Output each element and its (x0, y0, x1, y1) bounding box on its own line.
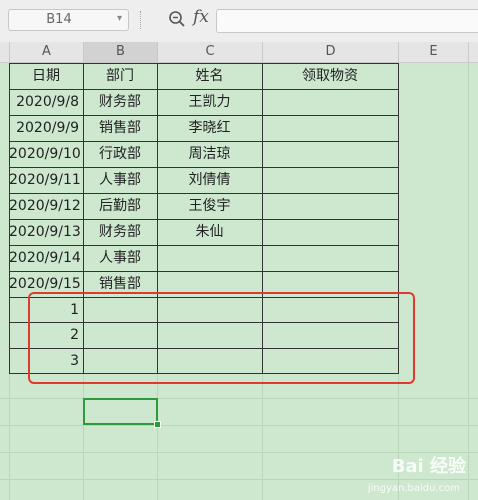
formula-bar: B14 ▾ fx (0, 0, 478, 43)
cell-date[interactable]: 2020/9/12 (9, 193, 83, 219)
formula-input[interactable] (216, 9, 478, 33)
column-header-e[interactable]: E (399, 42, 469, 62)
fill-handle[interactable] (154, 421, 161, 428)
fx-icon[interactable]: fx (193, 7, 209, 27)
cell-supplies[interactable] (262, 167, 398, 193)
active-cell-b14[interactable] (83, 398, 158, 425)
cell-date[interactable]: 2020/9/13 (9, 219, 83, 245)
column-header-b[interactable]: B (84, 42, 158, 62)
column-headers: A B C D E (0, 42, 478, 63)
cell-supplies[interactable] (262, 193, 398, 219)
cell-supplies[interactable] (262, 89, 398, 115)
name-box[interactable]: B14 ▾ (8, 9, 129, 31)
cell-date[interactable]: 2020/9/11 (9, 167, 83, 193)
column-header-c[interactable]: C (158, 42, 263, 62)
chevron-down-icon[interactable]: ▾ (117, 13, 122, 24)
cell-supplies[interactable] (262, 245, 398, 271)
column-header-a[interactable]: A (10, 42, 84, 62)
header-dept[interactable]: 部门 (83, 63, 157, 89)
cell-dept[interactable]: 人事部 (83, 167, 157, 193)
cell-supplies[interactable] (262, 219, 398, 245)
cell-dept[interactable]: 后勤部 (83, 193, 157, 219)
cell-dept[interactable]: 行政部 (83, 141, 157, 167)
baidu-watermark: Bai 经验 (391, 456, 466, 477)
cell-dept[interactable]: 销售部 (83, 115, 157, 141)
cell-date[interactable]: 2020/9/10 (9, 141, 83, 167)
name-box-value: B14 (46, 12, 72, 27)
cell-supplies[interactable] (262, 141, 398, 167)
cell-dept[interactable]: 财务部 (83, 89, 157, 115)
cell-supplies[interactable] (262, 115, 398, 141)
header-date[interactable]: 日期 (9, 63, 83, 89)
formula-bar-separator (140, 11, 144, 29)
cell-name[interactable]: 王俊宇 (157, 193, 262, 219)
cell-name[interactable]: 李晓红 (157, 115, 262, 141)
cell-date[interactable]: 2020/9/14 (9, 245, 83, 271)
baidu-watermark-url: jingyan.baidu.com (367, 483, 460, 494)
highlight-annotation (28, 292, 415, 384)
select-all-corner[interactable] (0, 42, 10, 62)
cell-name[interactable]: 朱仙 (157, 219, 262, 245)
cell-name[interactable]: 周洁琼 (157, 141, 262, 167)
zoom-icon[interactable] (168, 10, 186, 28)
cell-name[interactable]: 王凯力 (157, 89, 262, 115)
cell-date[interactable]: 2020/9/9 (9, 115, 83, 141)
cell-date[interactable]: 2020/9/8 (9, 89, 83, 115)
header-supplies[interactable]: 领取物资 (262, 63, 398, 89)
cell-name[interactable] (157, 245, 262, 271)
column-header-d[interactable]: D (263, 42, 399, 62)
cell-dept[interactable]: 财务部 (83, 219, 157, 245)
cell-dept[interactable]: 人事部 (83, 245, 157, 271)
cell-name[interactable]: 刘倩倩 (157, 167, 262, 193)
header-name[interactable]: 姓名 (157, 63, 262, 89)
